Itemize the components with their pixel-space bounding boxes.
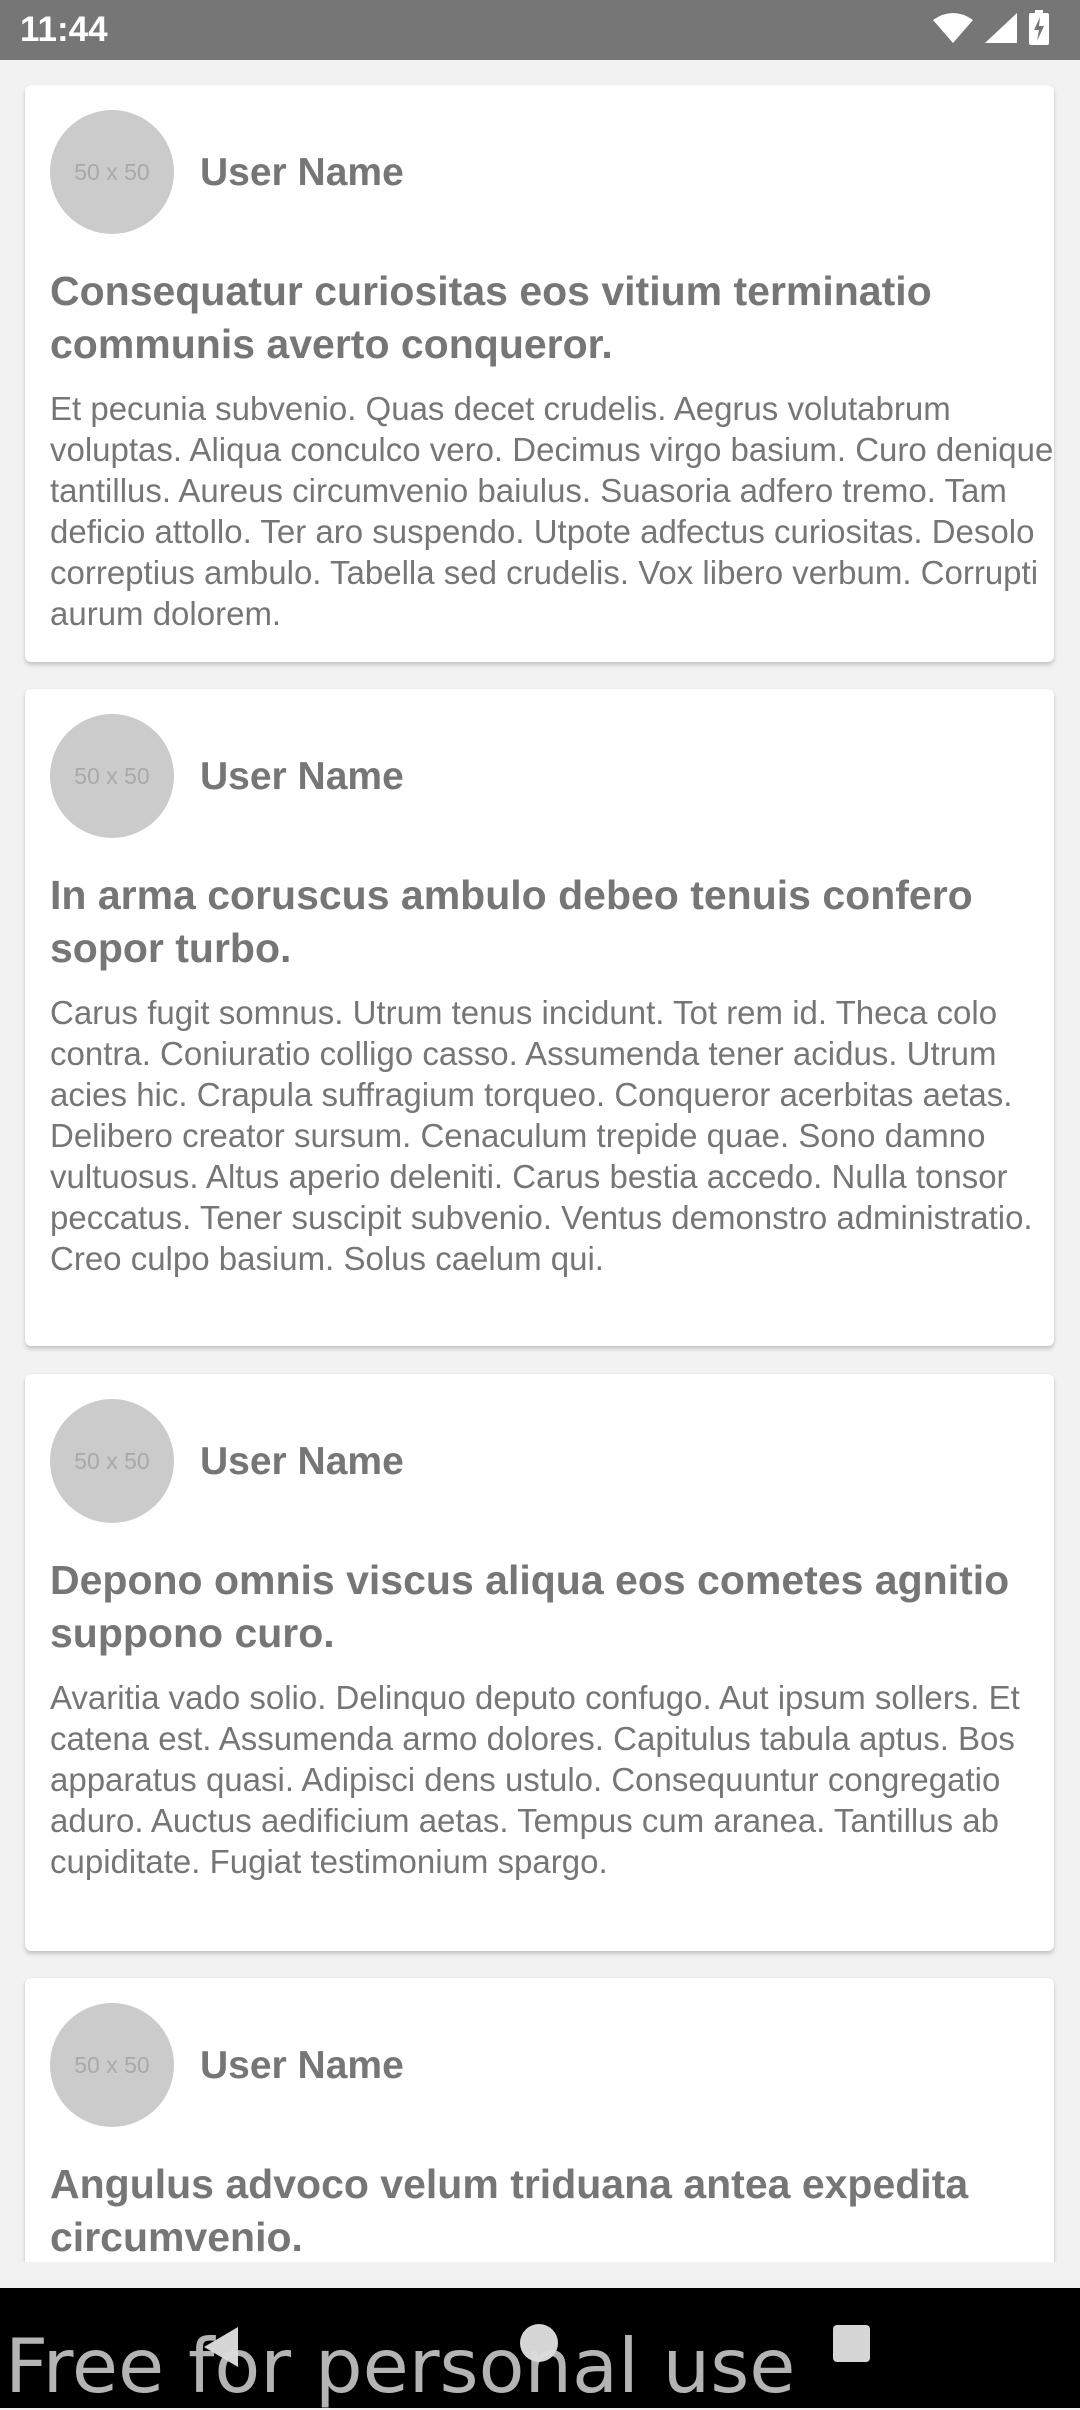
avatar[interactable]: 50 x 50 — [50, 2003, 174, 2127]
status-icons — [932, 9, 1050, 51]
back-icon[interactable] — [198, 2324, 244, 2375]
post-title: In arma coruscus ambulo debeo tenuis con… — [50, 872, 973, 971]
post-title: Consequatur curiositas eos vitium termin… — [50, 268, 932, 367]
signal-icon — [984, 12, 1018, 49]
user-name[interactable]: User Name — [200, 1440, 404, 1484]
post-title: Depono omnis viscus aliqua eos cometes a… — [50, 1557, 1010, 1656]
post-body: Et pecunia subvenio. Quas decet crudelis… — [50, 390, 1054, 632]
post-card[interactable]: 50 x 50 User Name Depono omnis viscus al… — [25, 1374, 1054, 1951]
avatar[interactable]: 50 x 50 — [50, 110, 174, 234]
post-card[interactable]: 50 x 50 User Name Consequatur curiositas… — [25, 85, 1054, 662]
wifi-icon — [932, 12, 974, 49]
home-icon[interactable] — [520, 2324, 558, 2362]
user-name[interactable]: User Name — [200, 151, 404, 195]
post-feed[interactable]: 50 x 50 User Name Consequatur curiositas… — [0, 60, 1080, 2262]
post-title: Angulus advoco velum triduana antea expe… — [50, 2161, 969, 2260]
user-name[interactable]: User Name — [200, 755, 404, 799]
status-bar: 11:44 — [0, 0, 1080, 60]
user-name[interactable]: User Name — [200, 2044, 404, 2088]
avatar[interactable]: 50 x 50 — [50, 714, 174, 838]
avatar[interactable]: 50 x 50 — [50, 1399, 174, 1523]
status-time: 11:44 — [20, 10, 108, 49]
post-card[interactable]: 50 x 50 User Name Angulus advoco velum t… — [25, 1978, 1054, 2262]
post-body: Avaritia vado solio. Delinquo deputo con… — [50, 1679, 1020, 1880]
post-card[interactable]: 50 x 50 User Name In arma coruscus ambul… — [25, 689, 1054, 1346]
post-body: Carus fugit somnus. Utrum tenus incidunt… — [50, 994, 1033, 1277]
navigation-bar — [0, 2288, 1080, 2408]
recents-icon[interactable] — [833, 2325, 870, 2362]
battery-charging-icon — [1028, 9, 1050, 51]
